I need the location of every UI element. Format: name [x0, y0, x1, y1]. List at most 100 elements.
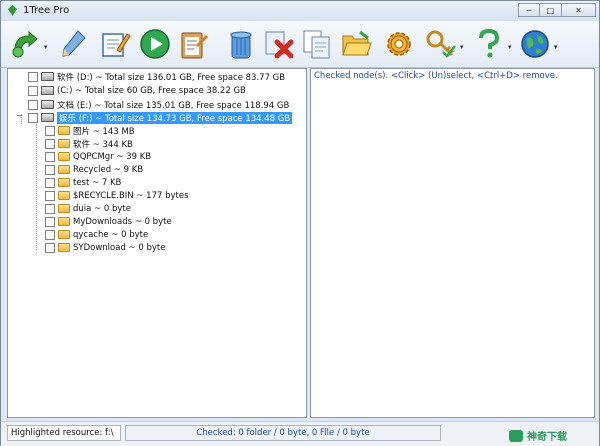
tree-folder-item[interactable]: MyDownloads ~ 0 byte — [45, 215, 172, 228]
folder-icon — [58, 191, 70, 200]
tree-drive-item[interactable]: 软件 (D:) ~ Total size 136.01 GB, Free spa… — [28, 70, 285, 83]
delete-button[interactable] — [261, 25, 297, 63]
folder-checkbox[interactable] — [45, 216, 55, 227]
folder-icon — [58, 126, 70, 135]
tree-folder-item[interactable]: 图片 ~ 143 MB — [45, 124, 135, 137]
folder-label: SYDownload ~ 0 byte — [73, 242, 166, 253]
checked-nodes-hint: Checked node(s). <Click> (Un)select, <Ct… — [314, 71, 558, 81]
web-button[interactable] — [517, 25, 553, 63]
close-button[interactable]: ✕ — [562, 3, 596, 17]
copy-button[interactable] — [299, 25, 335, 63]
green-arrow-refresh-icon — [12, 30, 38, 58]
recycle-bin-icon — [230, 31, 252, 59]
refresh-dropdown-icon[interactable]: ▾ — [44, 43, 48, 51]
tree-folder-item[interactable]: 软件 ~ 344 KB — [45, 137, 133, 150]
settings-button[interactable] — [381, 25, 417, 63]
notes-button[interactable] — [97, 25, 133, 63]
folder-checkbox[interactable] — [45, 125, 55, 136]
folder-checkbox[interactable] — [45, 190, 55, 201]
folder-open-icon — [342, 30, 372, 56]
highlighted-resource-status: Highlighted resource: f:\ — [7, 425, 121, 441]
tree-connector — [36, 124, 37, 250]
tree-drive-item[interactable]: (C:) ~ Total size 60 GB, Free space 38.2… — [28, 84, 246, 97]
folder-open-button[interactable] — [338, 25, 374, 63]
hard-drive-icon — [41, 72, 54, 81]
help-question-icon — [479, 28, 500, 58]
help-button[interactable] — [471, 25, 507, 63]
maximize-icon: □ — [546, 5, 555, 15]
drive-checkbox[interactable] — [28, 99, 38, 110]
globe-icon — [521, 30, 549, 58]
folder-label: test ~ 7 KB — [73, 177, 122, 188]
window-title: 1Tree Pro — [23, 5, 70, 16]
tree-folder-item[interactable]: SYDownload ~ 0 byte — [45, 241, 165, 254]
register-dropdown-icon[interactable]: ▾ — [460, 43, 464, 51]
collapse-icon[interactable]: − — [16, 111, 23, 120]
folder-icon — [58, 204, 70, 213]
hard-drive-icon — [41, 86, 54, 95]
tree-drive-item[interactable]: 文档 (E:) ~ Total size 135.01 GB, Free spa… — [28, 98, 289, 111]
title-bar: 1Tree Pro ─ □ ✕ — [1, 1, 599, 21]
folder-checkbox[interactable] — [45, 242, 55, 253]
folder-icon — [58, 139, 70, 148]
drive-label-selected: 娱乐 (F:) ~ Total size 134.73 GB, Free spa… — [57, 111, 293, 124]
drive-checkbox[interactable] — [28, 85, 38, 96]
folder-icon — [58, 178, 70, 187]
drive-label: 文档 (E:) ~ Total size 135.01 GB, Free spa… — [57, 100, 290, 111]
folder-checkbox[interactable] — [45, 203, 55, 214]
folder-checkbox[interactable] — [45, 229, 55, 240]
folder-checkbox[interactable] — [45, 177, 55, 188]
tree-folder-item[interactable]: $RECYCLE.BIN ~ 177 bytes — [45, 189, 189, 202]
minimize-button[interactable]: ─ — [518, 3, 540, 17]
folder-icon — [58, 243, 70, 252]
refresh-button[interactable] — [7, 25, 43, 63]
folder-icon — [58, 230, 70, 239]
hard-drive-icon — [41, 100, 54, 109]
start-button[interactable] — [137, 25, 173, 63]
drive-checkbox[interactable] — [28, 71, 38, 82]
recycle-button[interactable] — [223, 25, 259, 63]
folder-checkbox[interactable] — [45, 138, 55, 149]
key-icon — [426, 30, 456, 58]
register-button[interactable] — [423, 25, 459, 63]
hard-drive-icon — [41, 113, 54, 122]
folder-label: Recycled ~ 9 KB — [73, 164, 144, 175]
edit-button[interactable] — [56, 25, 92, 63]
help-dropdown-icon[interactable]: ▾ — [508, 43, 512, 51]
watermark-text: 神奇下载 — [527, 432, 567, 443]
tree-folder-item[interactable]: Recycled ~ 9 KB — [45, 163, 143, 176]
notepad-icon — [102, 33, 131, 57]
folder-icon — [58, 217, 70, 226]
tree-folder-item[interactable]: test ~ 7 KB — [45, 176, 121, 189]
tree-folder-item[interactable]: QQPCMgr ~ 39 KB — [45, 150, 151, 163]
checklist-button[interactable] — [175, 25, 211, 63]
copy-documents-icon — [303, 30, 330, 59]
status-bar: Highlighted resource: f:\ Checked: 0 fol… — [1, 421, 599, 446]
folder-checkbox[interactable] — [45, 151, 55, 162]
web-dropdown-icon[interactable]: ▾ — [554, 43, 558, 51]
folder-label: QQPCMgr ~ 39 KB — [73, 151, 152, 162]
folder-label: $RECYCLE.BIN ~ 177 bytes — [73, 190, 189, 201]
drive-label: (C:) ~ Total size 60 GB, Free space 38.2… — [57, 85, 246, 96]
pencil-icon — [62, 30, 86, 57]
folder-label: duia ~ 0 byte — [73, 203, 131, 214]
green-play-icon — [140, 29, 170, 59]
tree-folder-item[interactable]: qycache ~ 0 byte — [45, 228, 148, 241]
tree-drive-item[interactable]: 娱乐 (F:) ~ Total size 134.73 GB, Free spa… — [28, 111, 293, 124]
folder-label: qycache ~ 0 byte — [73, 229, 149, 240]
folder-label: 软件 ~ 344 KB — [73, 139, 133, 150]
watermark-logo-icon — [509, 429, 523, 442]
gear-icon — [387, 32, 411, 56]
app-logo-icon — [8, 5, 17, 16]
app-window: 1Tree Pro ─ □ ✕ ▾ ▾ ▾ ▾ 软件 (D:) ~ Total … — [0, 0, 600, 446]
folder-icon — [58, 165, 70, 174]
clipboard-icon — [181, 32, 209, 59]
checked-nodes-pane[interactable]: Checked node(s). <Click> (Un)select, <Ct… — [310, 68, 595, 418]
folder-checkbox[interactable] — [45, 164, 55, 175]
tree-folder-item[interactable]: duia ~ 0 byte — [45, 202, 131, 215]
maximize-button[interactable]: □ — [540, 3, 562, 17]
drive-checkbox[interactable] — [28, 112, 38, 123]
toolbar: ▾ ▾ ▾ ▾ — [1, 21, 599, 68]
folder-tree[interactable]: 软件 (D:) ~ Total size 136.01 GB, Free spa… — [7, 68, 307, 418]
folder-label: MyDownloads ~ 0 byte — [73, 216, 172, 227]
